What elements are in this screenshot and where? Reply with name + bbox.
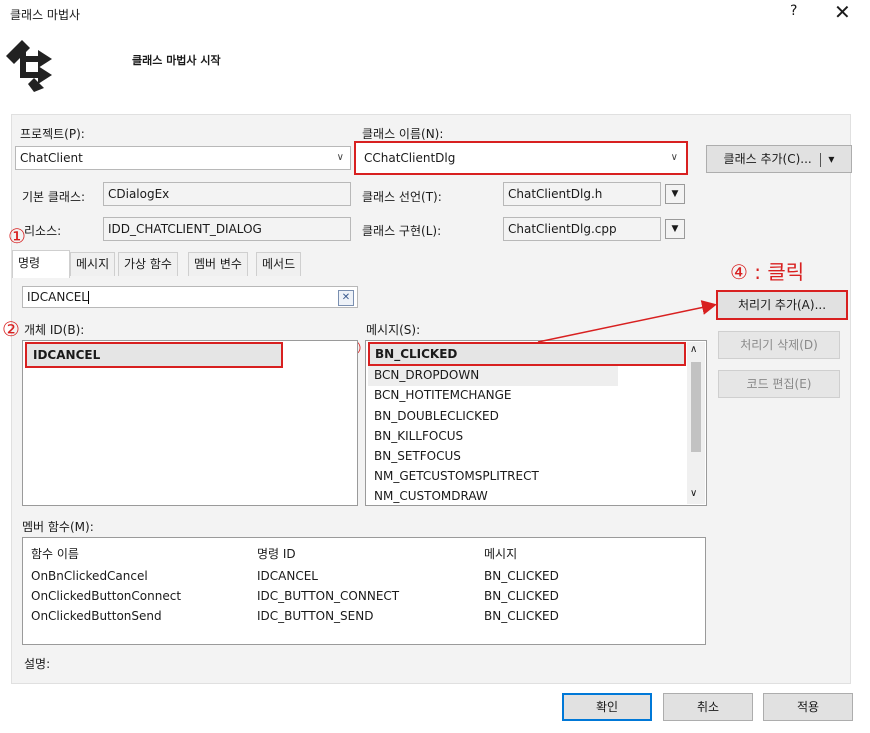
project-value: ChatClient bbox=[20, 151, 83, 165]
column-header[interactable]: 메시지 bbox=[484, 545, 517, 562]
class-name-combo[interactable]: CChatClientDlg ∨ bbox=[354, 141, 688, 175]
class-name-value: CChatClientDlg bbox=[364, 151, 456, 165]
class-decl-label: 클래스 선언(T): bbox=[362, 190, 442, 204]
member-functions-table[interactable]: 함수 이름 명령 ID 메시지 OnBnClickedCancel IDCANC… bbox=[22, 537, 706, 645]
header-title: 클래스 마법사 시작 bbox=[132, 54, 221, 67]
message-item[interactable]: NM_CUSTOMDRAW bbox=[374, 489, 488, 503]
project-combo[interactable]: ChatClient ∨ bbox=[15, 146, 351, 170]
message-item[interactable]: BN_KILLFOCUS bbox=[374, 429, 463, 443]
window-title: 클래스 마법사 bbox=[10, 8, 81, 22]
edit-code-button[interactable]: 코드 편집(E) bbox=[718, 370, 840, 398]
table-cell[interactable]: OnClickedButtonConnect bbox=[31, 589, 181, 603]
add-class-button[interactable]: 클래스 추가(C)... ▾ bbox=[706, 145, 852, 173]
table-cell[interactable]: IDC_BUTTON_SEND bbox=[257, 609, 373, 623]
tab-messages[interactable]: 메시지 bbox=[70, 252, 116, 276]
description-label: 설명: bbox=[24, 657, 51, 671]
annotation-step4: ④ : 클릭 bbox=[730, 260, 805, 284]
messages-scrollbar[interactable]: ∧ ∨ bbox=[687, 342, 705, 504]
resource-field: IDD_CHATCLIENT_DIALOG bbox=[103, 217, 351, 241]
class-impl-field: ChatClientDlg.cpp bbox=[503, 217, 661, 241]
class-impl-label: 클래스 구현(L): bbox=[362, 224, 442, 238]
table-cell[interactable]: BN_CLICKED bbox=[484, 569, 559, 583]
chevron-down-icon: ∨ bbox=[336, 152, 344, 163]
table-cell[interactable]: BN_CLICKED bbox=[484, 589, 559, 603]
help-button[interactable]: ? bbox=[790, 3, 797, 19]
tab-commands[interactable]: 명령 bbox=[12, 250, 70, 278]
message-item[interactable]: NM_GETCUSTOMSPLITRECT bbox=[374, 469, 539, 483]
class-name-label: 클래스 이름(N): bbox=[362, 127, 444, 141]
object-id-item: IDCANCEL bbox=[33, 348, 101, 362]
scrollbar-thumb[interactable] bbox=[691, 362, 701, 452]
annotation-step2: ② bbox=[2, 317, 20, 341]
table-cell[interactable]: BN_CLICKED bbox=[484, 609, 559, 623]
message-item[interactable]: BCN_DROPDOWN bbox=[374, 368, 479, 382]
tab-member-variables[interactable]: 멤버 변수 bbox=[188, 252, 248, 276]
list-item-selected[interactable]: IDCANCEL bbox=[25, 342, 283, 368]
resource-label: 리소스: bbox=[24, 224, 62, 238]
split-divider bbox=[819, 152, 821, 167]
object-ids-label: 개체 ID(B): bbox=[24, 323, 85, 337]
clear-icon[interactable]: ✕ bbox=[338, 290, 354, 306]
text-caret bbox=[88, 291, 89, 304]
table-cell[interactable]: IDC_BUTTON_CONNECT bbox=[257, 589, 399, 603]
apply-button[interactable]: 적용 bbox=[763, 693, 853, 721]
class-decl-field: ChatClientDlg.h bbox=[503, 182, 661, 206]
table-cell[interactable]: OnClickedButtonSend bbox=[31, 609, 162, 623]
scroll-down-icon[interactable]: ∨ bbox=[690, 488, 697, 499]
close-button[interactable]: ✕ bbox=[834, 0, 851, 24]
scroll-up-icon[interactable]: ∧ bbox=[690, 344, 697, 355]
table-cell[interactable]: OnBnClickedCancel bbox=[31, 569, 148, 583]
search-input[interactable]: IDCANCEL ✕ bbox=[22, 286, 358, 308]
base-class-label: 기본 클래스: bbox=[22, 190, 86, 204]
chevron-down-icon[interactable]: ▾ bbox=[828, 152, 834, 166]
messages-label: 메시지(S): bbox=[366, 323, 421, 337]
message-item[interactable]: BN_DOUBLECLICKED bbox=[374, 409, 499, 423]
add-class-label: 클래스 추가(C)... bbox=[723, 152, 812, 166]
cancel-button[interactable]: 취소 bbox=[663, 693, 753, 721]
delete-handler-button[interactable]: 처리기 삭제(D) bbox=[718, 331, 840, 359]
message-item: BN_CLICKED bbox=[375, 347, 458, 361]
member-functions-label: 멤버 함수(M): bbox=[22, 520, 94, 534]
column-header[interactable]: 명령 ID bbox=[257, 545, 296, 562]
base-class-field: CDialogEx bbox=[103, 182, 351, 206]
add-handler-button[interactable]: 처리기 추가(A)... bbox=[716, 290, 848, 320]
messages-list[interactable]: BN_CLICKED BCN_DROPDOWN BCN_HOTITEMCHANG… bbox=[365, 340, 707, 506]
class-decl-dropdown-button[interactable]: ▼ bbox=[665, 184, 685, 204]
column-header[interactable]: 함수 이름 bbox=[31, 545, 79, 562]
class-wizard-logo-icon bbox=[6, 40, 52, 92]
search-value: IDCANCEL bbox=[27, 290, 88, 304]
object-ids-list[interactable]: IDCANCEL bbox=[22, 340, 358, 506]
annotation-step1: ① bbox=[8, 224, 26, 248]
list-item-selected[interactable]: BN_CLICKED bbox=[368, 342, 686, 366]
message-item[interactable]: BCN_HOTITEMCHANGE bbox=[374, 388, 511, 402]
class-impl-dropdown-button[interactable]: ▼ bbox=[665, 219, 685, 239]
ok-button[interactable]: 확인 bbox=[562, 693, 652, 721]
message-item[interactable]: BN_SETFOCUS bbox=[374, 449, 461, 463]
chevron-down-icon: ∨ bbox=[670, 152, 678, 163]
tab-methods[interactable]: 메서드 bbox=[256, 252, 302, 276]
table-cell[interactable]: IDCANCEL bbox=[257, 569, 318, 583]
tab-virtual-functions[interactable]: 가상 함수 bbox=[118, 252, 178, 276]
project-label: 프로젝트(P): bbox=[20, 127, 85, 141]
